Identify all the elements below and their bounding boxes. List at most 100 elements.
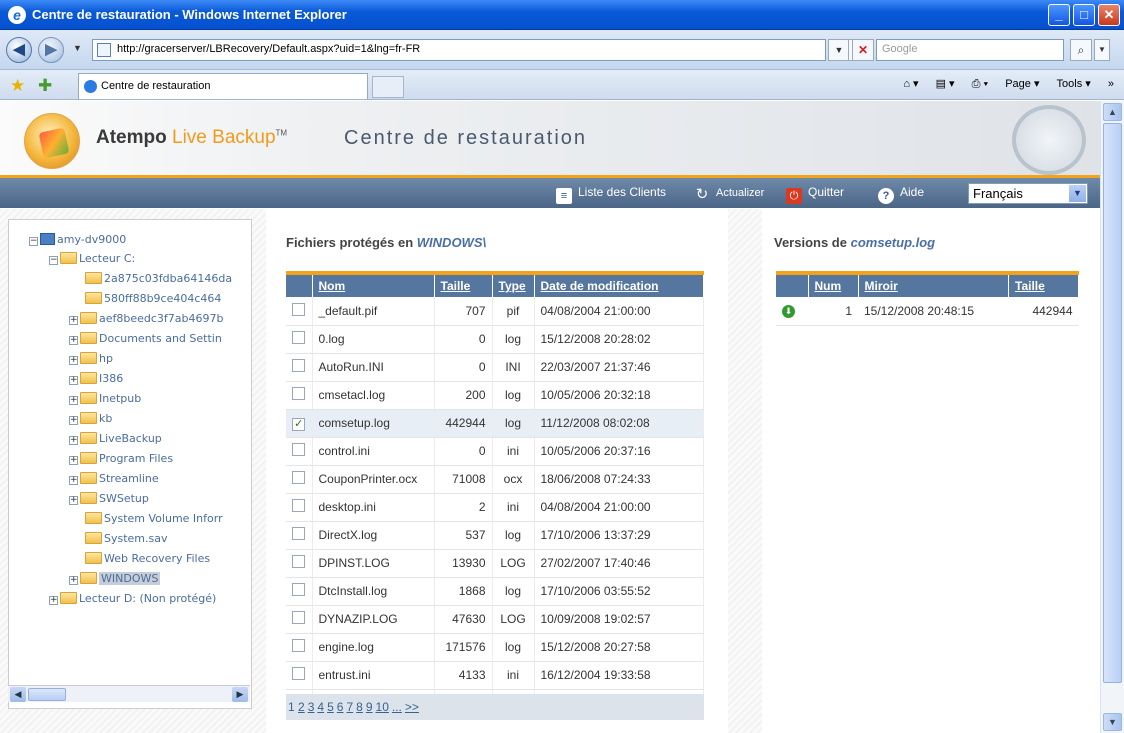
back-button[interactable]: ◀ <box>6 37 32 63</box>
scroll-thumb[interactable] <box>1103 123 1122 683</box>
column-header-name[interactable]: Nom <box>312 273 435 297</box>
tree-node[interactable]: System Volume Inforr <box>85 511 223 531</box>
tree-node[interactable]: + Streamline <box>69 471 159 491</box>
chevron-more-icon[interactable]: » <box>1108 78 1114 90</box>
search-options-icon[interactable]: ▼ <box>1094 39 1110 61</box>
row-checkbox[interactable] <box>292 555 306 568</box>
column-header-num[interactable]: Num <box>808 273 859 297</box>
minimize-button[interactable]: _ <box>1048 4 1070 26</box>
row-checkbox[interactable] <box>292 639 306 652</box>
tree-node[interactable]: + aef8beedc3f7ab4697b <box>69 311 224 331</box>
tab-active[interactable]: Centre de restauration <box>78 73 368 99</box>
expand-icon[interactable]: + <box>69 496 78 505</box>
collapse-icon[interactable]: − <box>49 256 58 265</box>
row-checkbox[interactable] <box>292 667 306 680</box>
add-favorites-icon[interactable]: ✚ <box>38 76 52 96</box>
collapse-icon[interactable]: − <box>29 237 38 246</box>
expand-icon[interactable]: + <box>69 316 78 325</box>
tree-node[interactable]: Web Recovery Files <box>85 551 210 571</box>
tree-node[interactable]: 580ff88b9ce404c464 <box>85 291 221 311</box>
table-row[interactable]: 0.log 0 log 15/12/2008 20:28:02 <box>286 325 704 354</box>
tree-node-drive-c[interactable]: − Lecteur C: <box>49 251 135 271</box>
tree-node-drive-d[interactable]: + Lecteur D: (Non protégé) <box>49 591 216 611</box>
row-checkbox[interactable] <box>292 499 306 512</box>
row-checkbox[interactable] <box>292 359 306 372</box>
tree-node[interactable]: + LiveBackup <box>69 431 162 451</box>
clients-list-button[interactable]: ≡ Liste des Clients <box>556 185 666 204</box>
table-row[interactable]: DPINST.LOG 13930 LOG 27/02/2007 17:40:46 <box>286 549 704 578</box>
refresh-button[interactable]: ↻ Actualizer <box>694 185 765 203</box>
column-header-size[interactable]: Taille <box>434 273 493 297</box>
tree-node[interactable]: System.sav <box>85 531 168 551</box>
page-link[interactable]: 3 <box>308 700 315 714</box>
row-checkbox[interactable] <box>292 611 306 624</box>
table-row[interactable]: _default.pif 707 pif 04/08/2004 21:00:00 <box>286 297 704 326</box>
expand-icon[interactable]: + <box>49 596 58 605</box>
search-input[interactable]: Google <box>876 39 1064 61</box>
expand-icon[interactable]: + <box>69 576 78 585</box>
search-icon[interactable]: ⌕ <box>1070 39 1092 61</box>
scroll-down-icon[interactable]: ▼ <box>1103 713 1122 731</box>
column-header-type[interactable]: Type <box>492 273 535 297</box>
table-row[interactable]: DtcInstall.log 1868 log 17/10/2006 03:55:52 <box>286 577 704 606</box>
tree-node-root[interactable]: − amy-dv9000 <box>29 232 126 252</box>
version-row[interactable]: ⬇ 1 15/12/2008 20:48:15 442944 <box>776 297 1079 326</box>
download-icon[interactable]: ⬇ <box>782 305 795 319</box>
row-checkbox[interactable] <box>292 527 306 540</box>
page-link[interactable]: 6 <box>337 700 344 714</box>
scroll-right-icon[interactable]: ▶ <box>232 687 248 702</box>
row-checkbox[interactable] <box>292 471 306 484</box>
quit-button[interactable]: ⏻ Quitter <box>786 185 844 204</box>
page-link[interactable]: 7 <box>346 700 353 714</box>
expand-icon[interactable]: + <box>69 376 78 385</box>
page-menu[interactable]: Page ▾ <box>1005 78 1039 90</box>
language-select[interactable]: Français ▼ <box>968 183 1088 204</box>
page-link[interactable]: ... <box>392 700 402 714</box>
expand-icon[interactable]: + <box>69 436 78 445</box>
column-header-date[interactable]: Date de modification <box>534 273 704 297</box>
scroll-up-icon[interactable]: ▲ <box>1103 103 1122 121</box>
address-input[interactable]: http://gracerserver/LBRecovery/Default.a… <box>92 39 826 61</box>
feeds-icon[interactable]: ▤ ▾ <box>936 78 955 90</box>
home-icon[interactable]: ⌂ ▾ <box>903 78 918 90</box>
tree-node[interactable]: + I386 <box>69 371 123 391</box>
expand-icon[interactable]: + <box>69 336 78 345</box>
expand-icon[interactable]: + <box>69 416 78 425</box>
table-row[interactable]: AutoRun.INI 0 INI 22/03/2007 21:37:46 <box>286 353 704 382</box>
column-header-vsize[interactable]: Taille <box>1008 273 1079 297</box>
tree-node[interactable]: + hp <box>69 351 113 371</box>
close-button[interactable]: ✕ <box>1098 4 1120 26</box>
scroll-left-icon[interactable]: ◀ <box>10 687 26 702</box>
expand-icon[interactable]: + <box>69 396 78 405</box>
table-row[interactable]: ✓ comsetup.log 442944 log 11/12/2008 08:02:0… <box>286 409 704 438</box>
row-checkbox[interactable] <box>292 583 306 596</box>
scroll-thumb[interactable] <box>28 688 66 701</box>
help-button[interactable]: ? Aide <box>878 185 924 204</box>
tree-node[interactable]: 2a875c03fdba64146da <box>85 271 232 291</box>
maximize-button[interactable]: □ <box>1073 4 1095 26</box>
table-row[interactable]: DYNAZIP.LOG 47630 LOG 10/09/2008 19:02:57 <box>286 605 704 634</box>
history-dropdown-icon[interactable]: ▼ <box>73 43 82 53</box>
row-checkbox[interactable]: ✓ <box>292 417 306 431</box>
table-row[interactable]: entrust.ini 4133 ini 16/12/2004 19:33:58 <box>286 661 704 690</box>
row-checkbox[interactable] <box>292 302 306 316</box>
print-icon[interactable]: ⎙ ▾ <box>972 78 988 90</box>
row-checkbox[interactable] <box>292 443 306 456</box>
vertical-scrollbar[interactable]: ▲ ▼ <box>1100 101 1124 733</box>
expand-icon[interactable]: + <box>69 456 78 465</box>
row-checkbox[interactable] <box>292 387 306 400</box>
table-row[interactable]: DirectX.log 537 log 17/10/2006 13:37:29 <box>286 521 704 550</box>
tools-menu[interactable]: Tools ▾ <box>1057 78 1091 90</box>
expand-icon[interactable]: + <box>69 476 78 485</box>
tree-node[interactable]: + SWSetup <box>69 491 149 511</box>
row-checkbox[interactable] <box>292 331 306 344</box>
expand-icon[interactable]: + <box>69 356 78 365</box>
table-row[interactable]: desktop.ini 2 ini 04/08/2004 21:00:00 <box>286 493 704 522</box>
tree-node[interactable]: + Documents and Settin <box>69 331 222 351</box>
page-link[interactable]: >> <box>405 700 419 714</box>
tree-node[interactable]: + Program Files <box>69 451 173 471</box>
column-header-mirror[interactable]: Miroir <box>858 273 1009 297</box>
page-link[interactable]: 10 <box>376 700 389 714</box>
stop-icon[interactable]: ✕ <box>852 39 874 61</box>
new-tab-button[interactable] <box>372 76 404 98</box>
